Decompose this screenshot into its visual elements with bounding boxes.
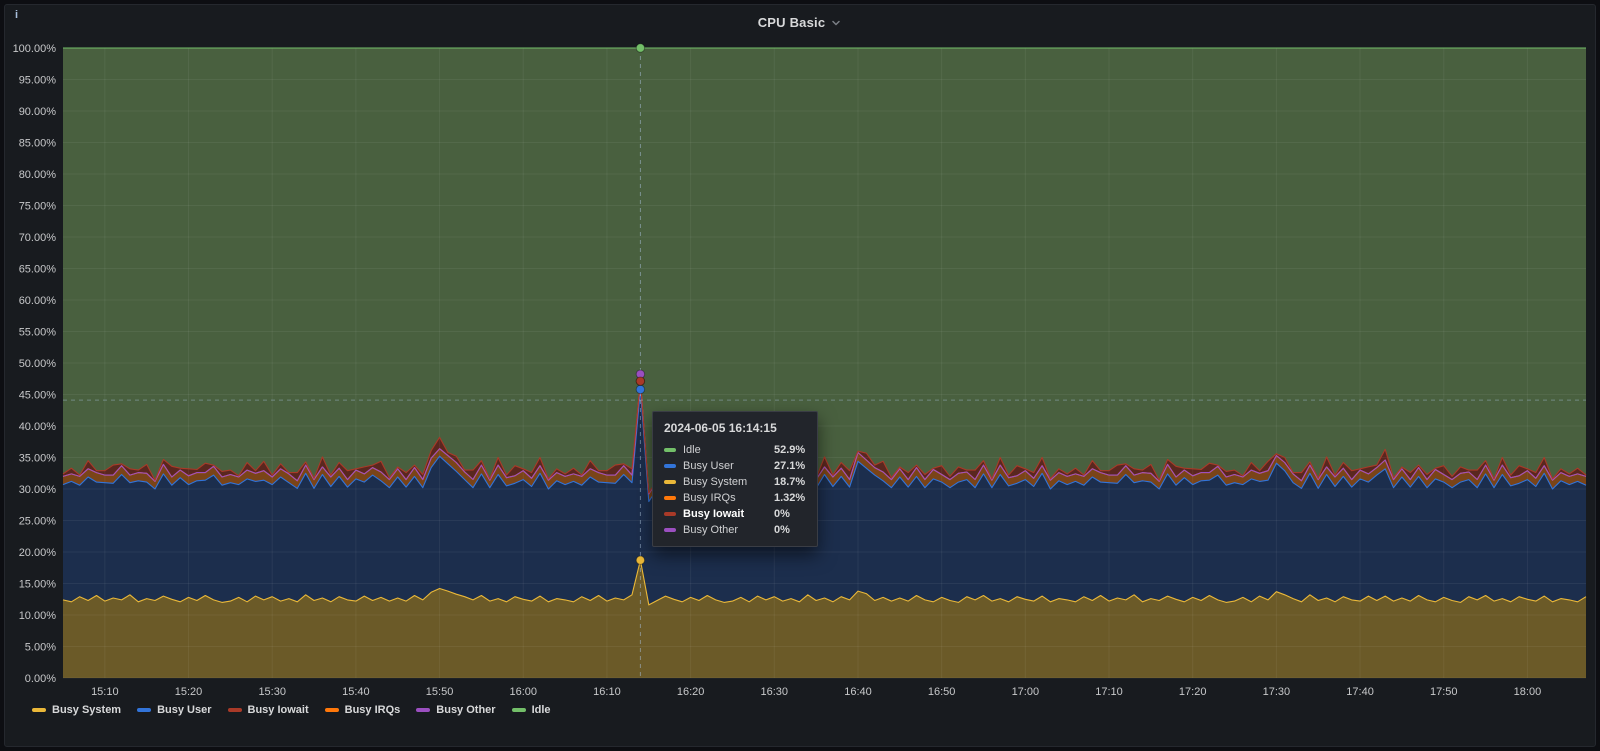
legend-swatch-icon — [416, 708, 431, 712]
x-axis-label: 18:00 — [1514, 686, 1542, 698]
tooltip-series-label: Busy Other — [683, 524, 739, 536]
hover-tooltip: 2024-06-05 16:14:15 Idle 52.9% Busy User 27… — [652, 411, 818, 547]
y-axis-label: 35.00% — [19, 453, 57, 465]
legend-item-busy-system[interactable]: Busy System — [32, 704, 121, 716]
tooltip-series-value: 1.32% — [774, 492, 806, 504]
legend-label: Busy IRQs — [344, 704, 401, 716]
tooltip-series-value: 27.1% — [774, 460, 806, 472]
y-axis-label: 5.00% — [25, 642, 56, 654]
legend-item-busy-iowait[interactable]: Busy Iowait — [227, 704, 309, 716]
x-axis-label: 16:10 — [593, 686, 621, 698]
tooltip-swatch-icon — [664, 512, 676, 516]
tooltip-rows: Idle 52.9% Busy User 27.1% Busy System 18.7% B… — [664, 442, 806, 538]
legend-label: Idle — [531, 704, 551, 716]
tooltip-row-busy-user: Busy User 27.1% — [664, 458, 806, 474]
x-axis-label: 17:10 — [1095, 686, 1123, 698]
x-axis-label: 16:50 — [928, 686, 956, 698]
tooltip-row-busy-other: Busy Other 0% — [664, 522, 806, 538]
x-axis-label: 15:40 — [342, 686, 370, 698]
x-axis-label: 16:20 — [677, 686, 705, 698]
tooltip-series-label: Busy User — [683, 460, 734, 472]
y-axis-label: 90.00% — [19, 106, 57, 118]
y-axis-label: 50.00% — [19, 358, 57, 370]
y-axis-label: 10.00% — [19, 610, 57, 622]
y-axis-label: 45.00% — [19, 390, 57, 402]
hover-dot-busy-user — [635, 384, 646, 395]
tooltip-series-value: 0% — [774, 524, 790, 536]
tooltip-row-busy-system: Busy System 18.7% — [664, 474, 806, 490]
tooltip-timestamp: 2024-06-05 16:14:15 — [664, 421, 777, 435]
y-axis-label: 0.00% — [25, 673, 56, 685]
hover-dot-idle — [635, 43, 646, 53]
legend-swatch-icon — [324, 708, 339, 712]
legend-item-busy-irqs[interactable]: Busy IRQs — [324, 704, 401, 716]
x-axis-label: 16:30 — [761, 686, 789, 698]
legend-label: Busy System — [52, 704, 122, 716]
tooltip-series-value: 0% — [774, 508, 790, 520]
tooltip-series-value: 18.7% — [774, 476, 806, 488]
x-axis-label: 15:50 — [426, 686, 454, 698]
y-axis-label: 75.00% — [19, 201, 57, 213]
legend-item-idle[interactable]: Idle — [511, 704, 551, 716]
tooltip-series-label: Busy IRQs — [683, 492, 736, 504]
tooltip-row-busy-irqs: Busy IRQs 1.32% — [664, 490, 806, 506]
y-axis-label: 55.00% — [19, 327, 57, 339]
tooltip-swatch-icon — [664, 480, 676, 484]
x-axis-label: 17:50 — [1430, 686, 1458, 698]
tooltip-row-busy-iowait: Busy Iowait 0% — [664, 506, 806, 522]
tooltip-swatch-icon — [664, 528, 676, 532]
tooltip-series-value: 52.9% — [774, 444, 806, 456]
legend-label: Busy Other — [436, 704, 496, 716]
tooltip-row-idle: Idle 52.9% — [664, 442, 806, 458]
y-axis-label: 30.00% — [19, 484, 57, 496]
y-axis-label: 40.00% — [19, 421, 57, 433]
x-axis-label: 17:40 — [1346, 686, 1374, 698]
tooltip-series-label: Busy System — [683, 476, 748, 488]
gridlines — [63, 47, 1586, 679]
x-axis-label: 16:40 — [844, 686, 872, 698]
x-axis-label: 15:30 — [258, 686, 286, 698]
hover-dot-busy-system — [635, 555, 646, 565]
cpu-usage-chart[interactable]: 0.00% 5.00% 10.00% 15.00% 20.00% 25.00% 30.00%… — [0, 0, 1600, 751]
y-axis-label: 25.00% — [19, 516, 57, 528]
y-axis-label: 60.00% — [19, 295, 57, 307]
y-axis-label: 85.00% — [19, 138, 57, 150]
y-axis-label: 80.00% — [19, 169, 57, 181]
legend-swatch-icon — [227, 708, 242, 712]
legend-item-busy-other[interactable]: Busy Other — [416, 704, 496, 716]
x-axis-label: 17:00 — [1012, 686, 1040, 698]
chart-legend: Busy System Busy User Busy Iowait Busy IRQs… — [32, 704, 1560, 716]
x-axis-label: 15:20 — [175, 686, 203, 698]
legend-swatch-icon — [137, 708, 152, 712]
tooltip-swatch-icon — [664, 496, 676, 500]
x-axis-label: 15:10 — [91, 686, 119, 698]
y-axis-label: 15.00% — [19, 579, 57, 591]
tooltip-series-label: Busy Iowait — [683, 508, 745, 520]
tooltip-series-label: Idle — [683, 444, 701, 456]
hover-dot-busy-iowait — [635, 376, 646, 386]
x-axis-label: 17:30 — [1263, 686, 1291, 698]
y-axis-label: 95.00% — [19, 75, 57, 87]
x-axis-label: 16:00 — [509, 686, 537, 698]
y-axis-label: 100.00% — [13, 43, 57, 55]
y-axis-label: 70.00% — [19, 232, 57, 244]
legend-swatch-icon — [511, 708, 526, 712]
legend-item-busy-user[interactable]: Busy User — [137, 704, 212, 716]
tooltip-swatch-icon — [664, 448, 676, 452]
legend-label: Busy User — [157, 704, 212, 716]
legend-label: Busy Iowait — [247, 704, 309, 716]
legend-swatch-icon — [32, 708, 46, 712]
x-axis-label: 17:20 — [1179, 686, 1207, 698]
y-axis-label: 65.00% — [19, 264, 57, 276]
y-axis-label: 20.00% — [19, 547, 57, 559]
tooltip-swatch-icon — [664, 464, 676, 468]
